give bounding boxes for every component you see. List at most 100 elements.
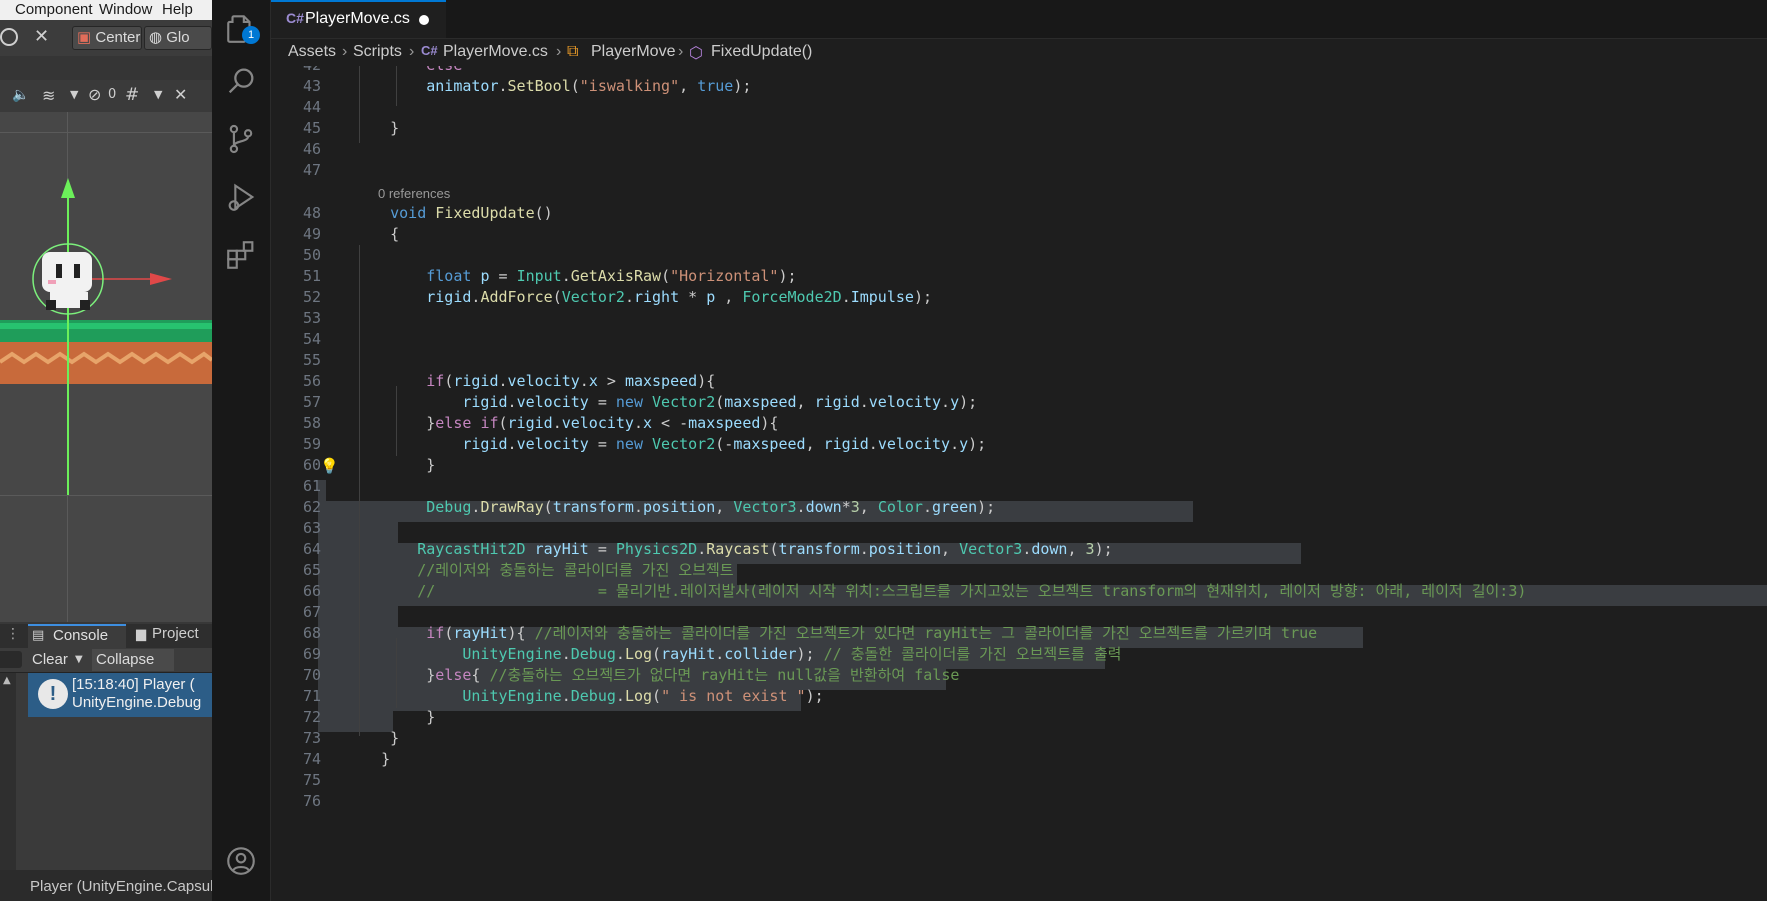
line-number: 68 [302, 624, 321, 642]
tab-playermove[interactable]: C# PlayerMove.cs [271, 0, 446, 38]
console-search-field[interactable] [0, 651, 22, 668]
console-log-entry[interactable]: ! [15:18:40] Player ( UnityEngine.Debug [28, 673, 212, 717]
tab-project[interactable]: ▆ Project [132, 624, 212, 648]
transform-tool-icon[interactable] [0, 28, 18, 46]
chevron-down-icon[interactable]: ▼ [75, 654, 83, 665]
code-line[interactable]: void FixedUpdate() [354, 203, 553, 224]
layers-icon[interactable]: ≋ [42, 86, 55, 105]
global-local-button[interactable]: ◍ Glo [144, 26, 212, 50]
collapse-label: Collapse [96, 651, 155, 668]
console-scrollbar[interactable]: ▲ [0, 673, 16, 873]
unsaved-dot-icon[interactable] [419, 15, 429, 25]
run-debug-button[interactable] [212, 168, 270, 226]
chevron-right-icon: › [409, 43, 415, 60]
log-line-1: [15:18:40] Player ( [72, 676, 195, 693]
breadcrumb: Assets › Scripts › C# PlayerMove.cs › ⧉ … [271, 40, 1767, 66]
code-line[interactable]: //레이저와 충돌하는 콜라이더를 가진 오브젝트 [354, 560, 733, 581]
line-number: 70 [302, 666, 321, 684]
pivot-center-button[interactable]: ▣ Center [72, 26, 142, 50]
code-editor[interactable]: 0 references 💡 42 else 43 animator.SetBoo… [271, 66, 1767, 901]
code-line[interactable]: Debug.DrawRay(transform.position, Vector… [354, 497, 995, 518]
line-number: 56 [302, 372, 321, 390]
code-line[interactable]: RaycastHit2D rayHit = Physics2D.Raycast(… [354, 539, 1112, 560]
code-line[interactable]: } [354, 728, 399, 749]
source-control-button[interactable] [212, 110, 270, 168]
code-line[interactable]: animator.SetBool("iswalking", true); [354, 76, 751, 97]
code-line[interactable]: } [354, 118, 399, 139]
breadcrumb-method[interactable]: FixedUpdate() [711, 43, 812, 61]
run-debug-icon [228, 183, 255, 211]
search-button[interactable] [212, 52, 270, 110]
chevron-down-icon[interactable]: ▼ [154, 88, 162, 101]
code-line[interactable]: { [354, 224, 399, 245]
console-icon: ▤ [32, 628, 45, 643]
line-number: 75 [302, 771, 321, 789]
breadcrumb-file[interactable]: PlayerMove.cs [443, 43, 548, 61]
chevron-right-icon: › [342, 43, 348, 60]
codelens-references[interactable]: 0 references [378, 186, 450, 201]
code-line[interactable]: }else{ //충돌하는 오브젝트가 없다면 rayHit는 null값을 반… [354, 665, 959, 686]
explorer-button[interactable]: 1 [212, 0, 270, 58]
global-label: Glo [166, 29, 190, 46]
scroll-up-icon[interactable]: ▲ [3, 675, 11, 686]
console-tab-strip: ⋮ ▤ Console ▆ Project [0, 624, 212, 648]
search-icon [228, 68, 254, 94]
line-number: 60 [302, 456, 321, 474]
lightbulb-icon[interactable]: 💡 [320, 457, 339, 475]
code-line[interactable]: if(rigid.velocity.x > maxspeed){ [354, 371, 715, 392]
toolbar-divider [0, 56, 212, 80]
line-number: 65 [302, 561, 321, 579]
code-line[interactable]: rigid.AddForce(Vector2.right * p , Force… [354, 287, 932, 308]
code-line[interactable]: rigid.velocity = new Vector2(maxspeed, r… [354, 392, 977, 413]
code-line[interactable]: else [354, 66, 462, 76]
collapse-button[interactable]: Collapse [92, 649, 174, 671]
log-line-2: UnityEngine.Debug [72, 694, 202, 711]
line-number: 63 [302, 519, 321, 537]
line-number: 62 [302, 498, 321, 516]
code-line[interactable]: UnityEngine.Debug.Log(" is not exist "); [354, 686, 823, 707]
chevron-down-icon[interactable]: ▼ [70, 88, 78, 101]
line-number: 72 [302, 708, 321, 726]
line-number: 61 [302, 477, 321, 495]
visibility-icon[interactable]: ⊘ [88, 85, 101, 104]
method-icon: ⬡ [689, 45, 703, 62]
code-line[interactable]: if(rayHit){ //레이저와 충돌하는 콜라이더를 가진 오브젝트가 있… [354, 623, 1317, 644]
line-number: 44 [302, 98, 321, 116]
tools-icon[interactable]: ✕ [174, 85, 187, 104]
breadcrumb-class[interactable]: PlayerMove [591, 43, 675, 61]
line-number: 73 [302, 729, 321, 747]
code-line[interactable]: // = 물리기반.레이저발사(레이저 시작 위치:스크립트를 가지고있는 오브… [354, 581, 1526, 602]
menu-component[interactable]: Component [15, 0, 93, 20]
clear-button[interactable]: Clear [32, 651, 68, 668]
accounts-button[interactable] [212, 832, 270, 890]
tab-menu-icon[interactable]: ⋮ [6, 626, 20, 642]
line-number: 64 [302, 540, 321, 558]
line-number: 53 [302, 309, 321, 327]
menu-help[interactable]: Help [162, 0, 193, 20]
custom-tool-icon[interactable]: ✕ [34, 26, 56, 48]
folder-icon: ▆ [136, 627, 146, 642]
code-line[interactable]: } [354, 749, 390, 770]
code-line[interactable]: UnityEngine.Debug.Log(rayHit.collider); … [354, 644, 1121, 665]
code-line[interactable]: rigid.velocity = new Vector2(-maxspeed, … [354, 434, 986, 455]
unity-toolbar: ✕ ▣ Center ◍ Glo [0, 20, 212, 56]
code-line[interactable]: }else if(rigid.velocity.x < -maxspeed){ [354, 413, 778, 434]
extensions-button[interactable] [212, 226, 270, 284]
line-number: 71 [302, 687, 321, 705]
audio-icon[interactable]: 🔈 [12, 87, 29, 103]
line-number: 50 [302, 246, 321, 264]
scene-view-toolbar: 🔈 ≋ ▼ ⊘ 0 # ▼ ✕ [0, 80, 212, 113]
scene-view[interactable] [0, 112, 212, 622]
tab-console[interactable]: ▤ Console [28, 624, 126, 648]
line-number: 51 [302, 267, 321, 285]
breadcrumb-assets[interactable]: Assets [288, 43, 336, 61]
console-log-list[interactable]: ▲ ! [15:18:40] Player ( UnityEngine.Debu… [0, 673, 212, 873]
tab-console-label: Console [53, 627, 109, 644]
code-line[interactable]: } [354, 455, 435, 476]
code-line[interactable]: } [354, 707, 435, 728]
code-line[interactable]: float p = Input.GetAxisRaw("Horizontal")… [354, 266, 796, 287]
csharp-file-icon: C# [286, 10, 304, 26]
breadcrumb-scripts[interactable]: Scripts [353, 43, 402, 61]
grid-icon[interactable]: # [125, 85, 139, 105]
menu-window[interactable]: Window [99, 0, 152, 20]
